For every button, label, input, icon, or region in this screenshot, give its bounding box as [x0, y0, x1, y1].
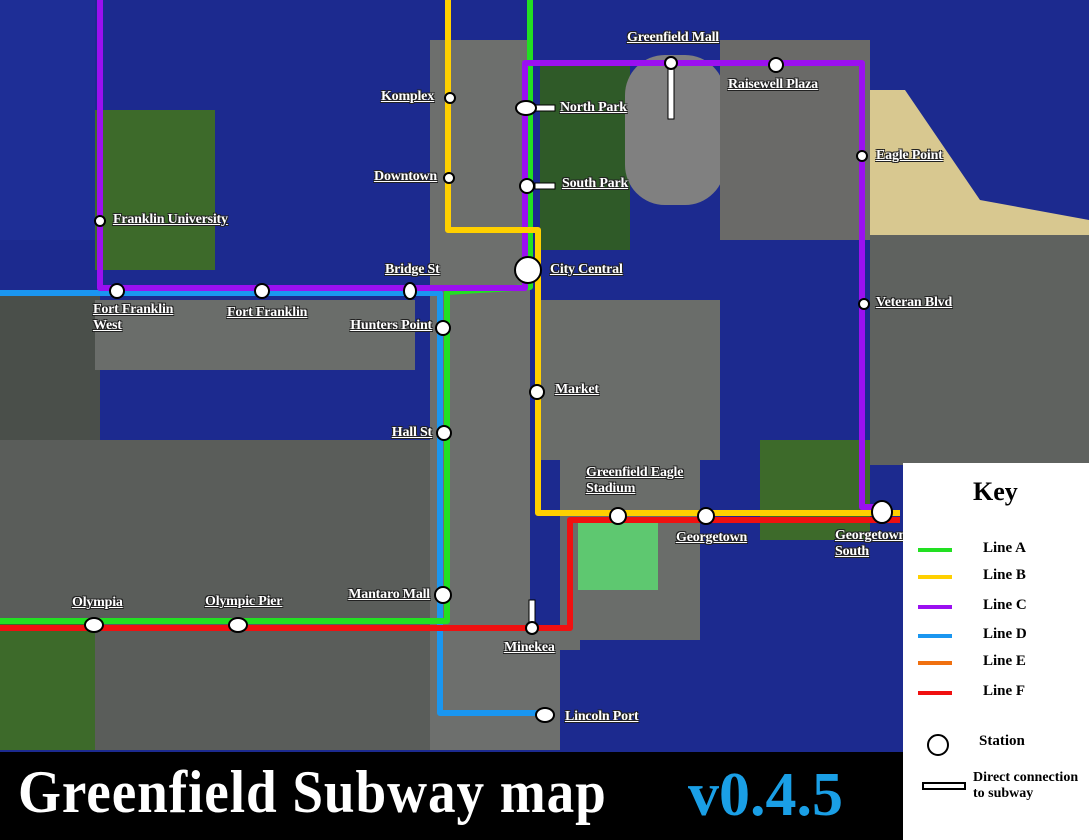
- key-line-c-label: Line C: [983, 597, 1027, 613]
- label-hunters-point: Hunters Point: [350, 318, 432, 333]
- title-banner: Greenfield Subway map v0.4.5: [0, 752, 903, 840]
- station-greenfield-eagle-stadium[interactable]: [609, 507, 627, 525]
- station-city-central[interactable]: [514, 256, 542, 284]
- line-d-swatch: [918, 634, 952, 638]
- label-fort-franklin: Fort Franklin: [227, 305, 308, 320]
- label-eagle-point: Eagle Point: [876, 148, 943, 163]
- station-olympia[interactable]: [84, 617, 104, 633]
- station-fort-franklin-west[interactable]: [109, 283, 125, 299]
- line-b-swatch: [918, 575, 952, 579]
- line-f-swatch: [918, 691, 952, 695]
- key-line-e: Line E: [903, 653, 1089, 673]
- label-city-central: City Central: [550, 262, 623, 277]
- key-direct-connection-label: Direct connection to subway: [973, 770, 1079, 801]
- station-fort-franklin[interactable]: [254, 283, 270, 299]
- greenfield-mall-connector: [667, 64, 675, 120]
- station-market[interactable]: [529, 384, 545, 400]
- key-station: Station: [903, 733, 1089, 757]
- map-version: v0.4.5: [688, 761, 843, 829]
- label-olympic-pier: Olympic Pier: [205, 594, 283, 609]
- label-greenfield-mall: Greenfield Mall: [627, 30, 719, 45]
- key-line-d-label: Line D: [983, 626, 1027, 642]
- line-e-swatch: [918, 661, 952, 665]
- label-lincoln-port: Lincoln Port: [565, 709, 639, 724]
- station-raisewell-plaza[interactable]: [768, 57, 784, 73]
- line-c-swatch: [918, 605, 952, 609]
- key-direct-connection: Direct connection to subway: [903, 770, 1089, 810]
- station-symbol-icon: [927, 734, 949, 756]
- connection-symbol-icon: [922, 782, 966, 790]
- station-hunters-point[interactable]: [435, 320, 451, 336]
- station-hall-st[interactable]: [436, 425, 452, 441]
- station-eagle-point[interactable]: [856, 150, 868, 162]
- label-komplex: Komplex: [380, 89, 434, 104]
- label-downtown: Downtown: [374, 169, 437, 184]
- station-south-park[interactable]: [519, 178, 535, 194]
- label-veteran-blvd: Veteran Blvd: [876, 295, 953, 310]
- map-key: Key Line A Line B Line C Line D Line E L…: [903, 463, 1089, 840]
- label-olympia: Olympia: [72, 595, 123, 610]
- label-fort-franklin-west: Fort Franklin West: [93, 302, 174, 333]
- station-north-park[interactable]: [515, 100, 537, 116]
- label-georgetown: Georgetown: [676, 530, 748, 545]
- label-minekea: Minekea: [504, 640, 555, 655]
- north-park-connector: [534, 104, 556, 112]
- line-a-swatch: [918, 548, 952, 552]
- station-franklin-university[interactable]: [94, 215, 106, 227]
- label-bridge-st: Bridge St: [385, 262, 440, 277]
- key-line-f-label: Line F: [983, 683, 1026, 699]
- label-market: Market: [555, 382, 599, 397]
- key-line-a-label: Line A: [983, 540, 1026, 556]
- station-greenfield-mall[interactable]: [664, 56, 678, 70]
- label-greenfield-eagle-stadium: Greenfield Eagle Stadium: [586, 465, 684, 496]
- station-olympic-pier[interactable]: [228, 617, 248, 633]
- station-lincoln-port[interactable]: [535, 707, 555, 723]
- station-komplex[interactable]: [444, 92, 456, 104]
- station-georgetown[interactable]: [697, 507, 715, 525]
- station-downtown[interactable]: [443, 172, 455, 184]
- station-veteran-blvd[interactable]: [858, 298, 870, 310]
- key-line-b: Line B: [903, 567, 1089, 587]
- key-title: Key: [973, 477, 1018, 506]
- label-raisewell-plaza: Raisewell Plaza: [728, 77, 818, 92]
- label-south-park: South Park: [562, 176, 629, 191]
- map-title: Greenfield Subway map: [18, 759, 607, 825]
- south-park-connector: [534, 182, 556, 190]
- key-line-d: Line D: [903, 626, 1089, 646]
- key-line-b-label: Line B: [983, 567, 1026, 583]
- station-mantaro-mall[interactable]: [434, 586, 452, 604]
- key-line-f: Line F: [903, 683, 1089, 703]
- label-hall-st: Hall St: [391, 425, 432, 440]
- key-line-c: Line C: [903, 597, 1089, 617]
- station-minekea[interactable]: [525, 621, 539, 635]
- key-line-a: Line A: [903, 540, 1089, 560]
- station-georgetown-south[interactable]: [871, 500, 893, 524]
- label-franklin-university: Franklin University: [113, 212, 228, 227]
- key-line-e-label: Line E: [983, 653, 1026, 669]
- key-station-label: Station: [979, 733, 1025, 749]
- label-north-park: North Park: [560, 100, 627, 115]
- label-mantaro-mall: Mantaro Mall: [348, 587, 430, 602]
- station-bridge-st[interactable]: [403, 282, 417, 300]
